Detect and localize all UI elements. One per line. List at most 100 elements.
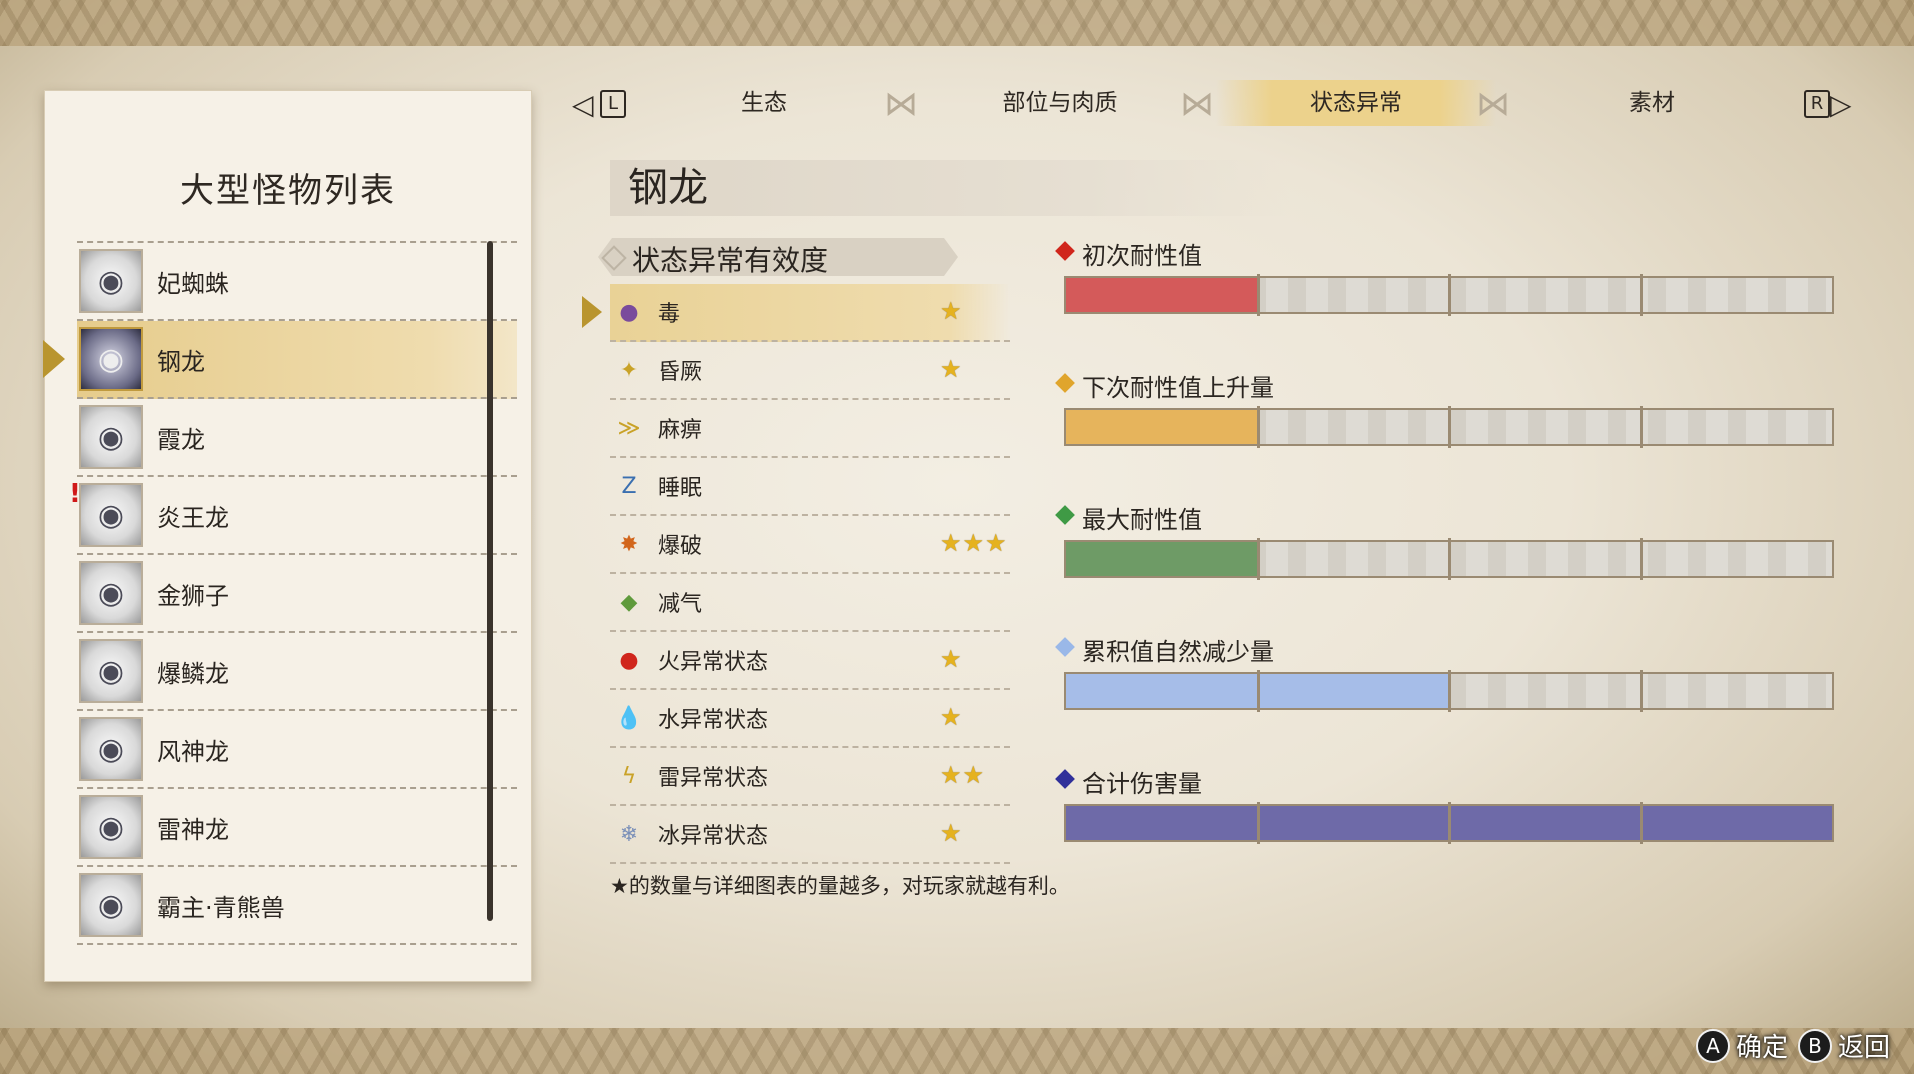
tab-ecology[interactable]: 生态 <box>624 80 904 126</box>
monster-list-item[interactable]: ◉ 妃蜘蛛 <box>77 241 517 321</box>
stat-block: 累积值自然减少量 <box>1052 632 1842 764</box>
stat-bar <box>1064 406 1834 448</box>
monster-portrait-icon: ◉ <box>79 249 143 313</box>
ailment-row[interactable]: ● 毒 ★ <box>582 284 1010 342</box>
monster-list-item[interactable]: ◉ 霞龙 <box>77 399 517 477</box>
effectiveness-stars: ★ <box>940 297 963 325</box>
alert-icon: ! <box>69 479 81 509</box>
stat-bar-tick <box>1256 670 1260 712</box>
monster-portrait-icon: ◉ <box>79 561 143 625</box>
stat-label: 合计伤害量 <box>1082 770 1202 798</box>
stat-bar-fill <box>1066 542 1258 576</box>
fire-icon: ● <box>619 647 639 673</box>
monster-portrait-icon: ◉ <box>79 327 143 391</box>
stat-bar-tick <box>1639 406 1643 448</box>
stat-chart: 初次耐性值 下次耐性值上升量 最大耐性值 累积值自然减少量 合计伤害量 <box>1052 236 1842 896</box>
ailment-name: 麻痹 <box>658 418 703 443</box>
ailment-row[interactable]: ● 火异常状态 ★ <box>610 632 1010 690</box>
tab-parts-hitzones[interactable]: 部位与肉质 <box>920 80 1200 126</box>
monster-list-item[interactable]: ◉ 爆鳞龙 <box>77 633 517 711</box>
monster-list-scrollbar[interactable] <box>487 241 493 921</box>
monster-list: ◉ 妃蜘蛛 ◉ 钢龙 ◉ 霞龙! ◉ 炎王龙 ◉ 金狮子 ◉ 爆鳞龙 ◉ 风神龙 ◉ 雷神龙 ◉ 霸主·青熊兽 <box>43 241 517 945</box>
ailment-row[interactable]: ❄ 冰异常状态 ★ <box>610 806 1010 864</box>
monster-name: 炎王龙 <box>157 503 229 532</box>
monster-portrait-icon: ◉ <box>79 795 143 859</box>
monster-portrait-icon: ◉ <box>79 873 143 937</box>
stat-bar-tick <box>1448 538 1451 580</box>
tab-materials[interactable]: 素材 <box>1512 80 1792 126</box>
stat-label: 累积值自然减少量 <box>1082 638 1274 666</box>
monster-name: 爆鳞龙 <box>157 659 229 688</box>
stat-bar-tick <box>1256 538 1260 580</box>
ailment-name: 冰异常状态 <box>658 824 769 849</box>
blast-icon: ✸ <box>619 531 639 557</box>
monster-name: 风神龙 <box>157 737 229 766</box>
effectiveness-header: 状态异常有效度 <box>632 244 829 277</box>
ailment-row[interactable]: ≫ 麻痹 <box>610 400 1010 458</box>
ailment-list: ● 毒 ★ ✦ 昏厥 ★ ≫ 麻痹 Z 睡眠 ✸ 爆破 ★★★ ◆ 减气 ● 火异常状态 ★ 💧 水异常状态 ★ ϟ 雷异常… <box>582 284 1010 864</box>
tab-status-ailments[interactable]: 状态异常 <box>1216 80 1496 126</box>
confirm-button[interactable]: 确定 <box>1736 1027 1788 1064</box>
ailment-row[interactable]: ✦ 昏厥 ★ <box>610 342 1010 400</box>
stat-block: 最大耐性值 <box>1052 500 1842 632</box>
thunder-icon: ϟ <box>621 763 637 789</box>
stat-bar <box>1064 538 1834 580</box>
ailment-row[interactable]: ϟ 雷异常状态 ★★ <box>610 748 1010 806</box>
selection-cursor-icon <box>582 296 602 328</box>
ailment-row[interactable]: ✸ 爆破 ★★★ <box>610 516 1010 574</box>
effectiveness-stars: ★ <box>940 703 963 731</box>
stat-label: 最大耐性值 <box>1082 506 1202 534</box>
monster-list-item[interactable]: ◉ 霸主·青熊兽 <box>77 867 517 945</box>
stat-bar-tick <box>1448 406 1451 448</box>
ailment-row[interactable]: 💧 水异常状态 ★ <box>610 690 1010 748</box>
stat-bar-tick <box>1639 670 1643 712</box>
monster-name-heading: 钢龙 <box>610 160 1290 216</box>
poison-icon: ● <box>619 299 639 325</box>
b-button-icon[interactable]: B <box>1797 1028 1832 1063</box>
monster-list-item[interactable]: ◉ 风神龙 <box>77 711 517 789</box>
monster-name: 金狮子 <box>157 581 229 610</box>
monster-list-item[interactable]: ◉ 金狮子 <box>77 555 517 633</box>
diamond-icon <box>1055 637 1075 657</box>
stat-bar-tick <box>1448 670 1451 712</box>
stat-bar-tick <box>1448 274 1451 316</box>
stat-label: 下次耐性值上升量 <box>1082 374 1274 402</box>
diamond-icon <box>1055 769 1075 789</box>
stat-bar-tick <box>1639 802 1643 844</box>
stat-bar-tick <box>1256 406 1260 448</box>
effectiveness-stars: ★★ <box>940 761 986 789</box>
selection-cursor-icon <box>43 340 65 378</box>
ailment-row[interactable]: ◆ 减气 <box>610 574 1010 632</box>
effectiveness-stars: ★ <box>940 355 963 383</box>
ailment-name: 雷异常状态 <box>658 766 769 791</box>
effectiveness-stars: ★ <box>940 819 963 847</box>
tab-left-key[interactable]: L <box>600 90 626 118</box>
tab-right-key[interactable]: R <box>1804 90 1830 118</box>
ailment-name: 睡眠 <box>658 476 703 501</box>
tab-separator-icon: ⋈ <box>1180 84 1214 124</box>
monster-portrait-icon: ◉ <box>79 639 143 703</box>
stat-bar <box>1064 274 1834 316</box>
monster-list-item[interactable]: ◉ 雷神龙 <box>77 789 517 867</box>
stat-block: 合计伤害量 <box>1052 764 1842 896</box>
monster-name: 雷神龙 <box>157 815 229 844</box>
water-icon: 💧 <box>615 705 643 731</box>
stat-bar-tick <box>1639 538 1643 580</box>
tab-right-arrow-icon[interactable]: ▷ <box>1830 88 1852 121</box>
stat-block: 下次耐性值上升量 <box>1052 368 1842 500</box>
monster-name: 霸主·青熊兽 <box>157 893 285 922</box>
tab-left-arrow-icon[interactable]: ◁ <box>572 88 594 121</box>
diamond-icon <box>1055 505 1075 525</box>
ailment-name: 爆破 <box>658 534 703 559</box>
stun-icon: ✦ <box>619 357 639 383</box>
monster-portrait-icon: ◉ <box>79 405 143 469</box>
monster-list-title: 大型怪物列表 <box>180 171 396 211</box>
back-button[interactable]: 返回 <box>1838 1027 1890 1064</box>
monster-list-item[interactable]: ◉ 钢龙 <box>43 321 517 399</box>
button-prompts: A 确定 B 返回 <box>1695 1027 1894 1064</box>
diamond-icon <box>1055 373 1075 393</box>
ailment-row[interactable]: Z 睡眠 <box>610 458 1010 516</box>
monster-list-item[interactable]: ! ◉ 炎王龙 <box>69 477 517 555</box>
a-button-icon[interactable]: A <box>1695 1028 1730 1063</box>
stat-bar-tick <box>1256 274 1260 316</box>
